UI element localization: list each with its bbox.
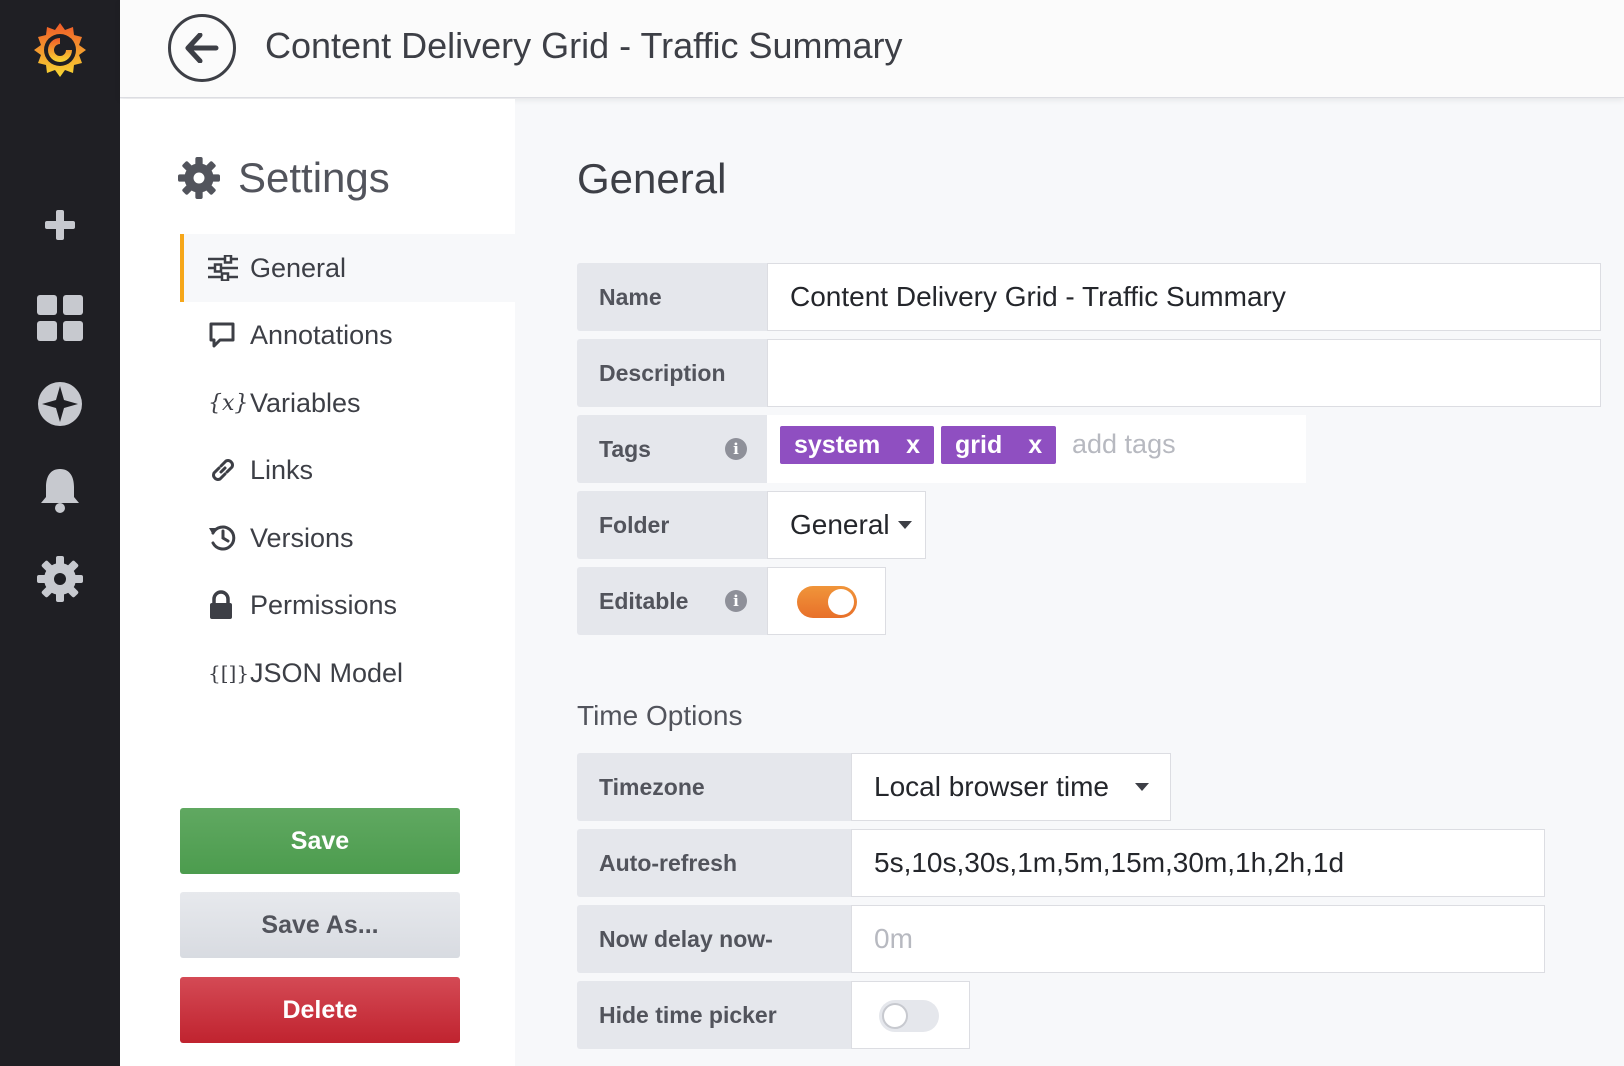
- menu-item-general[interactable]: General: [180, 234, 515, 302]
- folder-label: Folder: [577, 491, 768, 559]
- tag-system: system x: [780, 426, 935, 464]
- menu-item-links[interactable]: Links: [180, 436, 515, 504]
- info-icon[interactable]: i: [725, 590, 747, 612]
- menu-item-annotations[interactable]: Annotations: [180, 301, 515, 369]
- info-icon[interactable]: i: [725, 438, 747, 460]
- tag-label: grid: [955, 430, 1003, 459]
- description-label: Description: [577, 339, 768, 407]
- lock-icon: [208, 589, 244, 621]
- name-label: Name: [577, 263, 768, 331]
- timezone-select[interactable]: Local browser time: [851, 753, 1171, 821]
- explore-compass-icon[interactable]: [0, 374, 120, 434]
- gear-icon: [178, 157, 220, 199]
- save-as-button[interactable]: Save As...: [180, 892, 460, 958]
- now-delay-label: Now delay now-: [577, 905, 852, 973]
- now-delay-field[interactable]: 0m: [851, 905, 1545, 973]
- auto-refresh-field[interactable]: 5s,10s,30s,1m,5m,15m,30m,1h,2h,1d: [851, 829, 1545, 897]
- menu-item-label: General: [250, 252, 347, 283]
- editable-toggle[interactable]: [797, 586, 857, 618]
- tag-remove-button[interactable]: x: [1028, 431, 1042, 460]
- section-title-time-options: Time Options: [577, 700, 743, 731]
- timezone-label: Timezone: [577, 753, 852, 821]
- folder-select[interactable]: General: [767, 491, 926, 559]
- dashboards-icon[interactable]: [0, 288, 120, 348]
- menu-item-label: Permissions: [250, 589, 398, 620]
- hide-time-picker-toggle[interactable]: [879, 1000, 939, 1032]
- settings-menu: Settings General Annotations {x} Variabl…: [120, 99, 515, 1066]
- variable-icon: {x}: [208, 390, 249, 416]
- auto-refresh-label: Auto-refresh: [577, 829, 852, 897]
- menu-item-label: Versions: [250, 522, 354, 553]
- json-icon: {[]}: [208, 661, 250, 685]
- tag-remove-button[interactable]: x: [906, 431, 920, 460]
- link-icon: [208, 454, 244, 486]
- chevron-down-icon: [1134, 783, 1149, 791]
- menu-item-label: Variables: [250, 387, 361, 418]
- timezone-value: Local browser time: [874, 771, 1109, 802]
- plus-icon[interactable]: [0, 195, 120, 255]
- menu-item-json-model[interactable]: {[]} JSON Model: [180, 639, 515, 707]
- menu-item-variables[interactable]: {x} Variables: [180, 369, 515, 437]
- menu-item-label: Links: [250, 454, 314, 485]
- now-delay-placeholder: 0m: [874, 923, 913, 954]
- toggle-knob: [828, 589, 854, 615]
- tag-grid: grid x: [941, 426, 1057, 464]
- tags-placeholder[interactable]: add tags: [1072, 429, 1176, 460]
- menu-item-permissions[interactable]: Permissions: [180, 571, 515, 639]
- bell-icon[interactable]: [0, 460, 120, 520]
- menu-item-versions[interactable]: Versions: [180, 504, 515, 572]
- hide-time-picker-label: Hide time picker: [577, 981, 852, 1049]
- page-title: Content Delivery Grid - Traffic Summary: [265, 25, 903, 66]
- section-title-general: General: [577, 155, 727, 202]
- tag-label: system: [794, 430, 881, 459]
- toggle-knob: [882, 1003, 908, 1029]
- settings-title: Settings: [238, 154, 390, 201]
- side-nav: [0, 0, 120, 1066]
- delete-button[interactable]: Delete: [180, 977, 460, 1043]
- name-field[interactable]: Content Delivery Grid - Traffic Summary: [767, 263, 1601, 331]
- arrow-left-icon: [185, 33, 219, 63]
- history-icon: [208, 522, 244, 554]
- grafana-logo-icon[interactable]: [0, 20, 120, 80]
- top-bar: Content Delivery Grid - Traffic Summary: [120, 0, 1624, 98]
- folder-value: General: [790, 509, 890, 540]
- back-button[interactable]: [168, 14, 236, 82]
- chevron-down-icon: [897, 521, 912, 529]
- menu-item-label: Annotations: [250, 319, 393, 350]
- sliders-icon: [208, 252, 244, 284]
- gear-icon[interactable]: [0, 549, 120, 609]
- description-field[interactable]: [767, 339, 1601, 407]
- settings-heading: Settings: [178, 154, 390, 202]
- comment-icon: [208, 319, 244, 351]
- menu-item-label: JSON Model: [250, 657, 404, 688]
- save-button[interactable]: Save: [180, 808, 460, 874]
